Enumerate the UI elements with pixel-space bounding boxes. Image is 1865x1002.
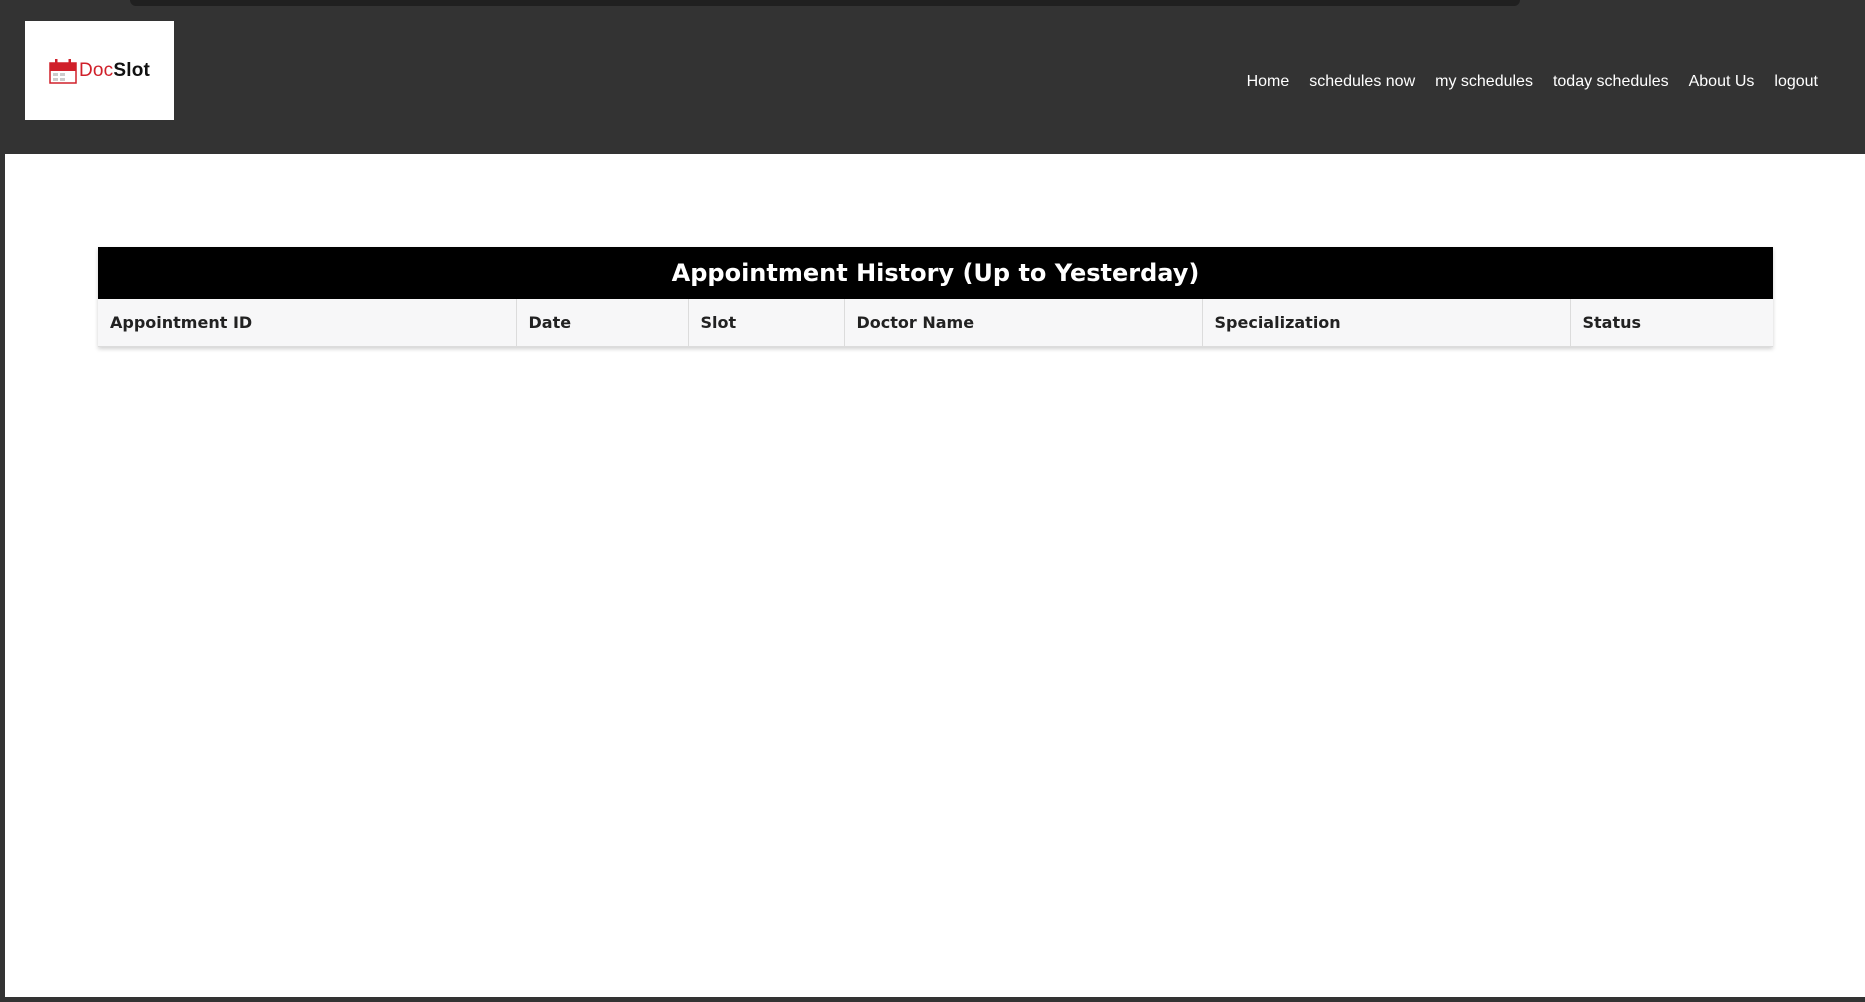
nav-my-schedules[interactable]: my schedules: [1425, 73, 1543, 91]
column-header-status: Status: [1570, 299, 1773, 347]
logo-doc-text: Doc: [78, 59, 114, 81]
top-edge-strip: [130, 0, 1520, 6]
bottom-edge-strip: [0, 997, 1865, 1002]
column-header-date: Date: [516, 299, 689, 347]
appointment-history-card: Appointment History (Up to Yesterday) Ap…: [98, 247, 1773, 347]
calendar-icon: [49, 58, 77, 84]
nav-schedules-now[interactable]: schedules now: [1299, 73, 1425, 91]
nav-home[interactable]: Home: [1237, 73, 1300, 91]
logo-wordmark: DocSlot: [79, 60, 150, 82]
nav-today-schedules[interactable]: today schedules: [1543, 73, 1679, 91]
column-header-specialization: Specialization: [1202, 299, 1571, 347]
header-row: Appointment ID Date Slot Doctor Name Spe…: [98, 299, 1773, 347]
column-header-slot: Slot: [688, 299, 845, 347]
logo-inner: DocSlot: [49, 58, 150, 84]
nav-about-us[interactable]: About Us: [1679, 73, 1765, 91]
column-header-appointment-id: Appointment ID: [98, 299, 517, 347]
nav-links: Home schedules now my schedules today sc…: [1237, 73, 1828, 91]
table-header: Appointment ID Date Slot Doctor Name Spe…: [98, 299, 1773, 347]
nav-logout[interactable]: logout: [1764, 73, 1828, 91]
column-header-doctor-name: Doctor Name: [844, 299, 1203, 347]
navbar: DocSlot Home schedules now my schedules …: [5, 10, 1865, 154]
table-title: Appointment History (Up to Yesterday): [98, 247, 1773, 299]
main-content: Appointment History (Up to Yesterday) Ap…: [5, 154, 1865, 997]
browser-frame: DocSlot Home schedules now my schedules …: [0, 0, 1865, 1002]
logo-slot-text: Slot: [113, 59, 151, 81]
logo[interactable]: DocSlot: [25, 21, 174, 120]
appointment-history-table: Appointment ID Date Slot Doctor Name Spe…: [98, 299, 1773, 347]
